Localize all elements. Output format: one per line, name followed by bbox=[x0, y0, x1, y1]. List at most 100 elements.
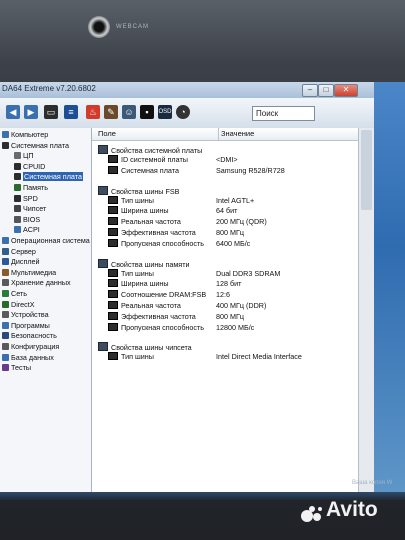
table-row[interactable]: Системная плата bbox=[108, 165, 179, 175]
field-name: Эффективная частота bbox=[121, 311, 196, 321]
board-icon bbox=[98, 185, 108, 195]
sidebar-item[interactable]: Дисплей bbox=[2, 257, 40, 267]
minimize-button[interactable]: – bbox=[302, 84, 318, 97]
sidebar-item-label: Мультимедиа bbox=[11, 267, 57, 277]
sidebar-menu: Компьютер Системная плата ЦП CPUID Системная… bbox=[0, 128, 92, 492]
table-row[interactable]: Пропускная способность bbox=[108, 238, 204, 248]
table-row[interactable]: Реальная частота bbox=[108, 217, 181, 226]
bus-icon bbox=[108, 155, 118, 163]
field-name: Реальная частота bbox=[121, 301, 181, 310]
sidebar-item[interactable]: ЦП bbox=[14, 151, 33, 161]
field-value: Intel AGTL+ bbox=[216, 195, 255, 205]
table-row[interactable]: Эффективная частота bbox=[108, 311, 196, 321]
field-value: 200 МГц (QDR) bbox=[216, 217, 267, 227]
table-row[interactable]: Тип шины bbox=[108, 195, 154, 205]
sidebar-item-label: ACPI bbox=[23, 225, 40, 235]
search-input[interactable]: Поиск bbox=[252, 106, 315, 121]
scrollbar-thumb[interactable] bbox=[361, 130, 372, 210]
board-icon bbox=[98, 145, 108, 154]
refresh-icon[interactable]: ≡ bbox=[64, 105, 78, 119]
sidebar-item-label: Безопасность bbox=[11, 331, 57, 341]
table-row[interactable]: Тип шины bbox=[108, 352, 154, 361]
field-value: 12800 МБ/с bbox=[216, 322, 255, 332]
sidebar-item[interactable]: CPUID bbox=[14, 162, 45, 172]
table-row[interactable]: Ширина шины bbox=[108, 279, 169, 288]
back-icon[interactable]: ◀ bbox=[6, 105, 20, 119]
section-header: Свойства шины FSB bbox=[98, 185, 180, 196]
section-header: Свойства системной платы bbox=[98, 145, 202, 155]
sidebar-item[interactable]: Конфигурация bbox=[2, 342, 59, 352]
table-row[interactable]: Тип шины bbox=[108, 268, 154, 278]
sidebar-item[interactable]: ACPI bbox=[14, 225, 40, 235]
report-icon[interactable]: ✎ bbox=[104, 105, 118, 119]
sidebar-item[interactable]: База данных bbox=[2, 353, 54, 363]
avito-logo-icon bbox=[301, 506, 322, 522]
maximize-button[interactable]: □ bbox=[318, 84, 334, 97]
sidebar-item[interactable]: Сервер bbox=[2, 247, 36, 257]
field-value: 800 МГц bbox=[216, 311, 244, 321]
toolbar: ◀ ▶ ▭ ≡ ♨ ✎ ☺ ▪ OSD ◔ Поиск bbox=[0, 98, 374, 129]
display-icon bbox=[2, 258, 9, 266]
sidebar-item[interactable]: DirectX bbox=[2, 300, 35, 310]
sidebar-item[interactable]: Операционная система bbox=[2, 236, 90, 246]
acpi-icon bbox=[14, 226, 21, 234]
flame-icon[interactable]: ♨ bbox=[86, 105, 100, 119]
table-row[interactable]: Реальная частота bbox=[108, 301, 181, 310]
table-row[interactable]: ID системной платы bbox=[108, 155, 188, 164]
field-name: Тип шины bbox=[121, 268, 154, 278]
bus-icon bbox=[108, 238, 118, 247]
sidebar-item[interactable]: Сеть bbox=[2, 289, 27, 299]
column-header-value[interactable]: Значение bbox=[218, 128, 358, 141]
sidebar-item[interactable]: Устройства bbox=[2, 310, 49, 320]
sidebar-item-label: BIOS bbox=[23, 214, 41, 224]
sidebar-item[interactable]: Память bbox=[14, 183, 48, 193]
close-button[interactable]: ✕ bbox=[334, 84, 358, 97]
sidebar-item[interactable]: BIOS bbox=[14, 215, 40, 225]
multimedia-icon bbox=[2, 268, 9, 276]
webcam-icon bbox=[88, 16, 110, 38]
field-value: 128 бит bbox=[216, 279, 242, 289]
sidebar-item-label: Компьютер bbox=[11, 130, 49, 139]
field-value: Samsung R528/R728 bbox=[216, 165, 285, 175]
field-name: Тип шины bbox=[121, 352, 154, 362]
user-icon[interactable]: ☺ bbox=[122, 105, 136, 119]
window-title: DA64 Extreme v7.20.6802 bbox=[2, 84, 96, 93]
motherboard-icon[interactable]: ▭ bbox=[44, 105, 58, 119]
sidebar-item[interactable]: Системная плата bbox=[14, 172, 83, 182]
sidebar-item[interactable]: Тесты bbox=[2, 363, 31, 373]
vertical-scrollbar[interactable] bbox=[358, 128, 374, 492]
column-header-field[interactable]: Поле bbox=[92, 128, 218, 141]
field-value: Dual DDR3 SDRAM bbox=[216, 268, 281, 278]
forward-icon[interactable]: ▶ bbox=[24, 105, 38, 119]
table-row[interactable]: Соотношение DRAM:FSB bbox=[108, 290, 206, 299]
tools-icon[interactable]: ▪ bbox=[140, 105, 154, 119]
clock-icon[interactable]: ◔ bbox=[176, 105, 190, 119]
sidebar-item[interactable]: Программы bbox=[2, 321, 50, 331]
board-icon bbox=[98, 258, 108, 268]
sidebar-item[interactable]: Системная плата bbox=[2, 141, 69, 151]
field-name: Пропускная способность bbox=[121, 322, 205, 332]
sidebar-item[interactable]: Безопасность bbox=[2, 331, 57, 341]
sidebar-item[interactable]: Чипсет bbox=[14, 204, 46, 214]
details-panel: Поле Значение Свойства системной платы ID… bbox=[92, 128, 358, 492]
table-row[interactable]: Ширина шины bbox=[108, 206, 169, 215]
computer-icon bbox=[2, 131, 9, 138]
sidebar-item-label: Конфигурация bbox=[11, 342, 60, 351]
security-icon bbox=[2, 332, 9, 340]
sidebar-item[interactable]: Компьютер bbox=[2, 130, 48, 140]
section-title: Свойства шины FSB bbox=[111, 186, 180, 196]
table-row[interactable]: Пропускная способность bbox=[108, 322, 205, 332]
sidebar-item[interactable]: SPD bbox=[14, 194, 38, 204]
field-name: ID системной платы bbox=[121, 155, 188, 164]
bus-icon bbox=[108, 311, 118, 320]
sidebar-item-label: Устройства bbox=[11, 310, 49, 320]
sidebar-item-label: DirectX bbox=[11, 299, 35, 309]
section-title: Свойства системной платы bbox=[111, 146, 203, 155]
sidebar-item-label: Системная плата bbox=[23, 172, 83, 182]
section-header: Свойства шины чипсета bbox=[98, 342, 192, 352]
sidebar-item[interactable]: Мультимедиа bbox=[2, 268, 56, 278]
table-row[interactable]: Эффективная частота bbox=[108, 228, 196, 237]
bus-icon bbox=[108, 228, 118, 236]
sidebar-item[interactable]: Хранение данных bbox=[2, 278, 71, 288]
osd-icon[interactable]: OSD bbox=[158, 105, 172, 119]
